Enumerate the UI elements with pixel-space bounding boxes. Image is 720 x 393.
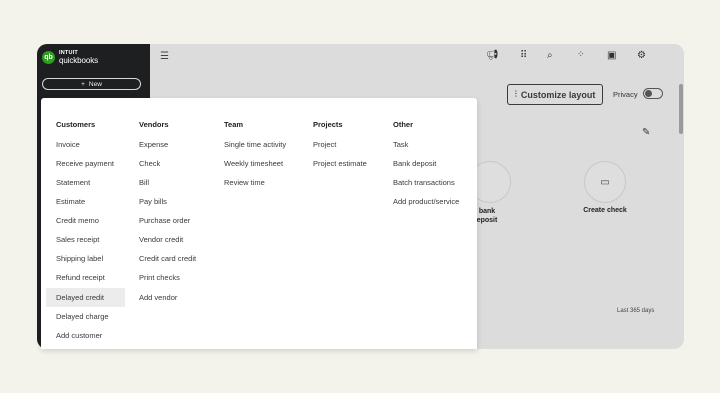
projects-heading: Projects	[313, 120, 343, 129]
menu-item-refund-receipt[interactable]: Refund receipt	[56, 273, 105, 282]
menu-item-print-checks[interactable]: Print checks	[139, 273, 180, 282]
team-heading: Team	[224, 120, 244, 129]
new-button-label: New	[88, 80, 102, 88]
quickbooks-logo[interactable]: qb INTUIT quickbooks	[42, 50, 99, 65]
shortcuts-card	[478, 117, 674, 275]
apps-grid-icon[interactable]: ⠿	[520, 50, 527, 61]
create-check-label: Create check	[583, 207, 627, 214]
menu-item-credit-memo[interactable]: Credit memo	[56, 216, 99, 225]
create-check-icon[interactable]: ▭	[584, 161, 626, 203]
menu-item-shipping-label[interactable]: Shipping label	[56, 254, 103, 263]
scrollbar[interactable]	[679, 84, 683, 134]
megaphone-icon[interactable]: 📢︎	[486, 50, 499, 61]
vendors-heading: Vendors	[139, 120, 169, 129]
bank-deposit-shortcut-label: bank eposit	[476, 208, 498, 224]
menu-item-delayed-credit[interactable]: Delayed credit	[56, 293, 104, 302]
top-bar: ☰ 📢︎ ⠿ ⌕ ⁘ ▣ ⚙	[150, 44, 684, 70]
tasks-icon[interactable]: ▣	[607, 50, 616, 61]
menu-item-receive-payment[interactable]: Receive payment	[56, 159, 114, 168]
menu-item-bank-deposit[interactable]: Bank deposit	[393, 159, 436, 168]
menu-item-purchase-order[interactable]: Purchase order	[139, 216, 190, 225]
menu-item-add-customer[interactable]: Add customer	[56, 331, 102, 340]
logo-quickbooks-text: quickbooks	[59, 56, 99, 65]
privacy-toggle[interactable]	[643, 88, 663, 99]
privacy-label: Privacy	[613, 90, 638, 99]
summary-card	[478, 297, 674, 349]
menu-item-review-time[interactable]: Review time	[224, 178, 265, 187]
period-label[interactable]: Last 365 days	[617, 308, 654, 314]
plus-icon: +	[81, 80, 85, 88]
menu-item-project-estimate[interactable]: Project estimate	[313, 159, 367, 168]
customers-heading: Customers	[56, 120, 96, 129]
menu-item-delayed-charge[interactable]: Delayed charge	[56, 312, 109, 321]
menu-item-bill[interactable]: Bill	[139, 178, 149, 187]
menu-item-expense[interactable]: Expense	[139, 140, 168, 149]
qb-logo-icon: qb	[42, 50, 55, 64]
edit-pencil-icon[interactable]: ✎	[642, 127, 650, 138]
menu-item-sales-receipt[interactable]: Sales receipt	[56, 235, 99, 244]
customize-layout-label: Customize layout	[520, 89, 596, 100]
menu-item-add-vendor[interactable]: Add vendor	[139, 293, 177, 302]
other-heading: Other	[393, 120, 414, 129]
customize-layout-button[interactable]: ⫶ Customize layout	[507, 84, 603, 105]
new-button[interactable]: + New	[42, 78, 141, 90]
menu-item-single-time-activity[interactable]: Single time activity	[224, 140, 286, 149]
gear-icon[interactable]: ⚙	[637, 50, 646, 61]
menu-item-project[interactable]: Project	[313, 140, 336, 149]
menu-item-batch-transactions[interactable]: Batch transactions	[393, 178, 455, 187]
menu-item-add-product-service[interactable]: Add product/service	[393, 197, 459, 206]
menu-item-invoice[interactable]: Invoice	[56, 140, 80, 149]
menu-item-pay-bills[interactable]: Pay bills	[139, 197, 167, 206]
menu-item-check[interactable]: Check	[139, 159, 160, 168]
new-menu-dropdown: Customers Invoice Receive payment Statem…	[41, 98, 477, 349]
menu-item-statement[interactable]: Statement	[56, 178, 90, 187]
menu-item-weekly-timesheet[interactable]: Weekly timesheet	[224, 159, 283, 168]
search-icon[interactable]: ⌕	[547, 50, 553, 61]
sliders-icon: ⫶	[514, 89, 517, 99]
menu-item-estimate[interactable]: Estimate	[56, 197, 85, 206]
menu-item-vendor-credit[interactable]: Vendor credit	[139, 235, 183, 244]
menu-item-credit-card-credit[interactable]: Credit card credit	[139, 254, 196, 263]
collapse-menu-icon[interactable]: ☰	[160, 51, 169, 62]
menu-item-task[interactable]: Task	[393, 140, 408, 149]
help-icon[interactable]: ⁘	[577, 49, 585, 60]
